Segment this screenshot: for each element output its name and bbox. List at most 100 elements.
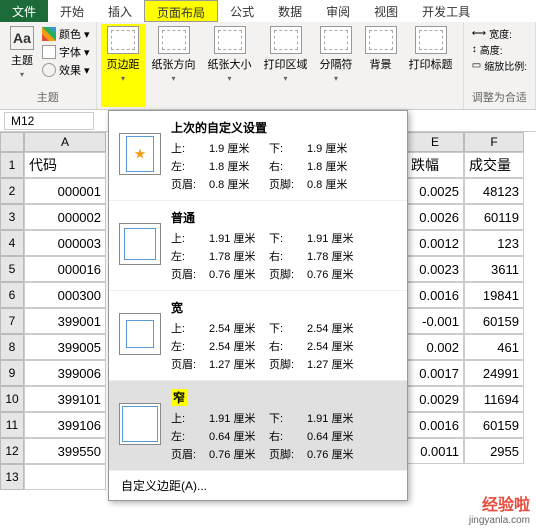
chevron-down-icon: ▾ <box>172 74 176 83</box>
margin-option-wide[interactable]: 宽 上:2.54 厘米下:2.54 厘米 左:2.54 厘米右:2.54 厘米 … <box>109 291 407 381</box>
row-header[interactable]: 3 <box>0 204 24 230</box>
themes-label: 主题 <box>11 52 33 68</box>
orientation-button[interactable]: 纸张方向▾ <box>146 24 202 107</box>
print-titles-button[interactable]: 打印标题 <box>403 24 459 107</box>
effects-button[interactable]: 效果 ▾ <box>42 62 90 78</box>
cell[interactable]: 000002 <box>24 204 106 230</box>
option-title: 窄 <box>171 389 187 406</box>
custom-margins-item[interactable]: 自定义边距(A)... <box>109 471 407 500</box>
row-header[interactable]: 1 <box>0 152 24 178</box>
row-header[interactable]: 7 <box>0 308 24 334</box>
cell[interactable]: 60119 <box>464 204 524 230</box>
option-title: 宽 <box>171 299 397 316</box>
cell[interactable]: 0.0016 <box>406 282 464 308</box>
print-area-button[interactable]: 打印区域▾ <box>258 24 314 107</box>
cell[interactable]: 399006 <box>24 360 106 386</box>
cell[interactable]: 461 <box>464 334 524 360</box>
cell[interactable]: 成交量 <box>464 152 524 178</box>
tab-home[interactable]: 开始 <box>48 0 96 22</box>
colors-icon <box>42 27 56 41</box>
cell[interactable]: 60159 <box>464 308 524 334</box>
tab-formulas[interactable]: 公式 <box>218 0 266 22</box>
cell[interactable]: 0.0029 <box>406 386 464 412</box>
scale-row[interactable]: ▭缩放比例: <box>472 58 527 73</box>
cell[interactable]: 2955 <box>464 438 524 464</box>
row-header[interactable]: 5 <box>0 256 24 282</box>
width-row[interactable]: ⟷宽度: <box>472 26 527 41</box>
star-icon: ★ <box>134 146 147 163</box>
col-header-F[interactable]: F <box>464 132 524 152</box>
margins-icon <box>107 26 139 54</box>
cell[interactable]: 399550 <box>24 438 106 464</box>
margin-preview-icon <box>119 403 161 445</box>
row-header[interactable]: 2 <box>0 178 24 204</box>
fonts-button[interactable]: 字体 ▾ <box>42 44 90 60</box>
orientation-icon <box>158 26 190 54</box>
cell[interactable]: 000003 <box>24 230 106 256</box>
cell[interactable]: 0.0023 <box>406 256 464 282</box>
cell[interactable]: 0.0011 <box>406 438 464 464</box>
colors-button[interactable]: 颜色 ▾ <box>42 26 90 42</box>
cell[interactable]: 代码 <box>24 152 106 178</box>
row-header[interactable]: 10 <box>0 386 24 412</box>
cell[interactable]: 000016 <box>24 256 106 282</box>
margins-button[interactable]: 页边距▾ <box>101 24 146 107</box>
cell[interactable]: 000300 <box>24 282 106 308</box>
cell[interactable]: 0.0012 <box>406 230 464 256</box>
tab-view[interactable]: 视图 <box>362 0 410 22</box>
cell[interactable]: 24991 <box>464 360 524 386</box>
print-titles-icon <box>415 26 447 54</box>
cell[interactable]: 399001 <box>24 308 106 334</box>
cell[interactable]: 0.0017 <box>406 360 464 386</box>
tab-insert[interactable]: 插入 <box>96 0 144 22</box>
row-header[interactable]: 6 <box>0 282 24 308</box>
ribbon-group-themes: Aa 主题 ▾ 颜色 ▾ 字体 ▾ 效果 ▾ 主题 <box>0 22 97 109</box>
cell[interactable]: 跌幅 <box>406 152 464 178</box>
cell[interactable]: 123 <box>464 230 524 256</box>
cell[interactable]: 48123 <box>464 178 524 204</box>
margin-option-last[interactable]: ★ 上次的自定义设置 上:1.9 厘米下:1.9 厘米 左:1.8 厘米右:1.… <box>109 111 407 201</box>
cell[interactable]: 19841 <box>464 282 524 308</box>
chevron-down-icon: ▾ <box>20 70 24 79</box>
cell[interactable]: 60159 <box>464 412 524 438</box>
row-header[interactable]: 4 <box>0 230 24 256</box>
margin-option-normal[interactable]: 普通 上:1.91 厘米下:1.91 厘米 左:1.78 厘米右:1.78 厘米… <box>109 201 407 291</box>
themes-button[interactable]: Aa 主题 ▾ <box>4 24 40 87</box>
scale-icon: ▭ <box>472 60 481 71</box>
cell[interactable]: 000001 <box>24 178 106 204</box>
cell[interactable]: 0.002 <box>406 334 464 360</box>
cell[interactable]: 399106 <box>24 412 106 438</box>
cell[interactable]: 0.0016 <box>406 412 464 438</box>
tab-page-layout[interactable]: 页面布局 <box>144 0 218 22</box>
row-header[interactable]: 12 <box>0 438 24 464</box>
tab-data[interactable]: 数据 <box>266 0 314 22</box>
background-button[interactable]: 背景 <box>359 24 403 107</box>
select-all-corner[interactable] <box>0 132 24 152</box>
cell[interactable]: -0.001 <box>406 308 464 334</box>
size-button[interactable]: 纸张大小▾ <box>202 24 258 107</box>
cell[interactable]: 0.0026 <box>406 204 464 230</box>
chevron-down-icon: ▾ <box>284 74 288 83</box>
cell[interactable]: 399005 <box>24 334 106 360</box>
margin-option-narrow[interactable]: 窄 上:1.91 厘米下:1.91 厘米 左:0.64 厘米右:0.64 厘米 … <box>109 381 407 471</box>
ribbon-group-scale: ⟷宽度: ↕高度: ▭缩放比例: 调整为合适 <box>464 22 536 109</box>
row-header[interactable]: 8 <box>0 334 24 360</box>
col-header-A[interactable]: A <box>24 132 106 152</box>
cell[interactable]: 399101 <box>24 386 106 412</box>
row-header[interactable]: 9 <box>0 360 24 386</box>
margins-dropdown: ★ 上次的自定义设置 上:1.9 厘米下:1.9 厘米 左:1.8 厘米右:1.… <box>108 110 408 501</box>
row-header[interactable]: 13 <box>0 464 24 490</box>
file-menu[interactable]: 文件 <box>0 0 48 22</box>
breaks-button[interactable]: 分隔符▾ <box>314 24 359 107</box>
ribbon: Aa 主题 ▾ 颜色 ▾ 字体 ▾ 效果 ▾ 主题 页边距▾ 纸张方向▾ 纸张大… <box>0 22 536 110</box>
cell[interactable] <box>24 464 106 490</box>
col-header-E[interactable]: E <box>406 132 464 152</box>
cell[interactable]: 11694 <box>464 386 524 412</box>
cell[interactable]: 0.0025 <box>406 178 464 204</box>
cell[interactable]: 3611 <box>464 256 524 282</box>
tab-review[interactable]: 审阅 <box>314 0 362 22</box>
tab-developer[interactable]: 开发工具 <box>410 0 482 22</box>
height-row[interactable]: ↕高度: <box>472 42 527 57</box>
name-box[interactable] <box>4 112 94 130</box>
row-header[interactable]: 11 <box>0 412 24 438</box>
